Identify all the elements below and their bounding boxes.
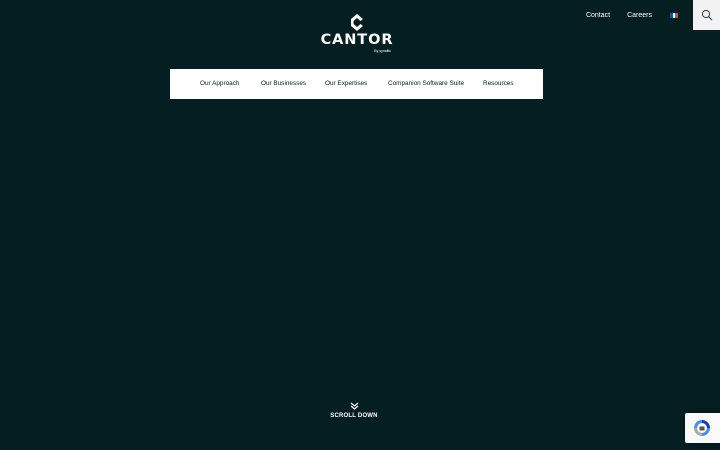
- search-button[interactable]: [693, 0, 720, 30]
- recaptcha-icon: [694, 420, 710, 436]
- scroll-down-button[interactable]: SCROLL DOWN: [320, 402, 388, 419]
- nav-item-resources[interactable]: Resources: [483, 80, 514, 87]
- recaptcha-badge[interactable]: [685, 413, 720, 443]
- scroll-down-label: SCROLL DOWN: [330, 413, 378, 419]
- top-bar: Contact Careers: [586, 0, 720, 30]
- fr-flag-icon[interactable]: [670, 12, 679, 18]
- main-navigation: Our Approach Our Businesses Our Expertis…: [170, 69, 543, 99]
- logo-wordmark: CANTOR: [320, 32, 394, 48]
- nav-item-our-expertises[interactable]: Our Expertises: [325, 80, 367, 87]
- nav-item-companion-software-suite[interactable]: Companion Software Suite: [388, 80, 464, 87]
- cantor-c-mark-icon: [351, 14, 363, 31]
- contact-link[interactable]: Contact: [586, 12, 610, 19]
- nav-item-our-approach[interactable]: Our Approach: [200, 80, 239, 87]
- careers-link[interactable]: Careers: [627, 12, 652, 19]
- logo-tagline: By synaltic: [374, 49, 391, 53]
- double-chevron-down-icon: [350, 402, 358, 410]
- search-icon: [701, 9, 712, 21]
- cantor-logo[interactable]: CANTOR By synaltic: [321, 14, 393, 56]
- nav-item-our-businesses[interactable]: Our Businesses: [261, 80, 306, 87]
